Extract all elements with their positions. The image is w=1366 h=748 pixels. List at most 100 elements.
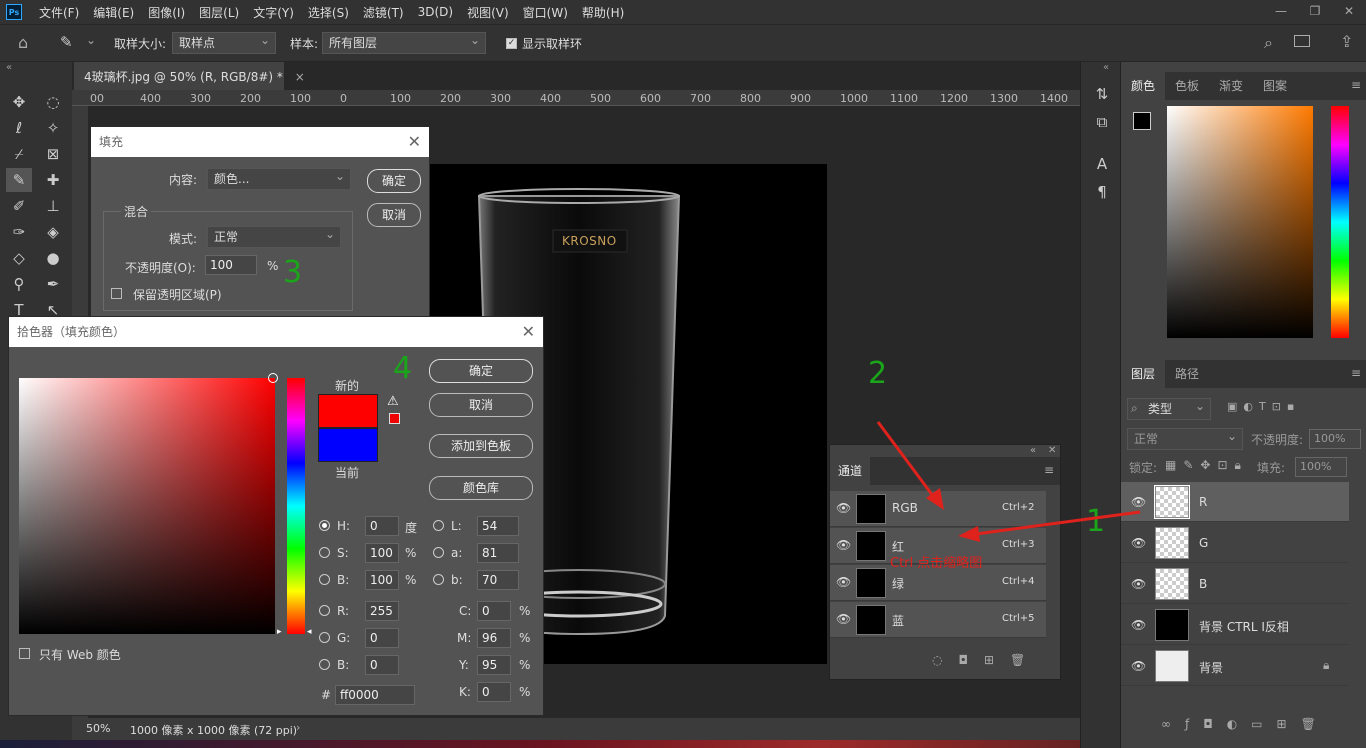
layer-thumbnail[interactable]: [1155, 527, 1189, 559]
layer-row-inverted[interactable]: 👁︎ 背景 CTRL I反相: [1121, 605, 1349, 645]
marquee-tool-icon[interactable]: ◌: [40, 90, 66, 114]
c-input[interactable]: 0: [477, 601, 511, 621]
radio-a[interactable]: [433, 547, 444, 558]
panel-menu-icon[interactable]: ≡: [1351, 78, 1361, 92]
sample-size-select[interactable]: 取样点: [172, 30, 276, 54]
radio-g[interactable]: [319, 632, 330, 643]
minimize-button[interactable]: —: [1264, 0, 1298, 22]
eyedropper-icon[interactable]: ✎: [6, 168, 32, 192]
layer-row-r[interactable]: 👁︎ R: [1121, 482, 1349, 522]
color-field[interactable]: [1167, 106, 1313, 338]
picker-cancel-button[interactable]: 取消: [429, 393, 533, 417]
collapse-icon[interactable]: «: [6, 62, 12, 73]
share-icon[interactable]: ⇪: [1340, 32, 1353, 51]
tab-paths[interactable]: 路径: [1165, 360, 1209, 388]
content-select[interactable]: 颜色...: [207, 166, 351, 190]
visibility-eye-icon[interactable]: 👁︎: [836, 538, 851, 552]
filter-icons[interactable]: ▣◐T⊡▪: [1227, 400, 1300, 413]
home-icon[interactable]: ⌂: [18, 33, 28, 52]
channel-thumbnail[interactable]: [856, 605, 886, 635]
channel-thumbnail[interactable]: [856, 494, 886, 524]
stamp-tool-icon[interactable]: ⊥: [40, 194, 66, 218]
opacity-input[interactable]: 100: [205, 255, 257, 275]
hue-bar[interactable]: [287, 378, 305, 634]
color-libraries-button[interactable]: 颜色库: [429, 476, 533, 500]
tab-gradient[interactable]: 渐变: [1209, 72, 1253, 100]
expand-icon[interactable]: «: [1103, 62, 1109, 73]
saturation-brightness-field[interactable]: [19, 378, 275, 634]
gamut-swatch[interactable]: [389, 413, 400, 424]
workspace-icon[interactable]: [1294, 35, 1310, 47]
tab-channels[interactable]: 通道: [830, 457, 871, 485]
add-to-swatches-button[interactable]: 添加到色板: [429, 434, 533, 458]
dodge-tool-icon[interactable]: ⚲: [6, 272, 32, 296]
radio-h[interactable]: [319, 520, 330, 531]
channels-menu-icon[interactable]: ≡: [1044, 463, 1054, 477]
healing-brush-icon[interactable]: ✚: [40, 168, 66, 192]
quick-select-icon[interactable]: ✧: [40, 116, 66, 140]
menu-window[interactable]: 窗口(W): [516, 4, 575, 21]
history-panel-icon[interactable]: ⇅: [1089, 82, 1115, 106]
paragraph-panel-icon[interactable]: ¶: [1089, 180, 1115, 204]
visibility-eye-icon[interactable]: 👁︎: [836, 501, 851, 515]
chevron-down-icon[interactable]: ⌄: [86, 33, 96, 47]
lasso-tool-icon[interactable]: ℓ: [6, 116, 32, 140]
web-colors-checkbox[interactable]: [19, 648, 30, 659]
close-icon[interactable]: ✕: [408, 134, 421, 150]
close-icon[interactable]: ✕: [1048, 445, 1056, 456]
visibility-eye-icon[interactable]: 👁︎: [1131, 618, 1146, 632]
tab-close-icon[interactable]: ×: [295, 70, 305, 84]
layer-opacity-input[interactable]: 100%: [1309, 429, 1361, 449]
radio-r[interactable]: [319, 605, 330, 616]
visibility-eye-icon[interactable]: 👁︎: [1131, 536, 1146, 550]
visibility-eye-icon[interactable]: 👁︎: [1131, 495, 1146, 509]
paint-bucket-icon[interactable]: ◇: [6, 246, 32, 270]
close-button[interactable]: ✕: [1332, 0, 1366, 22]
menu-image[interactable]: 图像(I): [141, 4, 192, 21]
layer-filter-select[interactable]: 类型: [1127, 396, 1211, 420]
radio-s[interactable]: [319, 547, 330, 558]
lab-b-input[interactable]: 70: [477, 570, 519, 590]
document-tab[interactable]: 4玻璃杯.jpg @ 50% (R, RGB/8#) * ×: [74, 62, 305, 90]
show-ring-checkbox[interactable]: ✓: [506, 38, 517, 49]
eraser-tool-icon[interactable]: ◈: [40, 220, 66, 244]
brush-tool-icon[interactable]: ✐: [6, 194, 32, 218]
s-input[interactable]: 100: [365, 543, 399, 563]
eyedropper-tool-icon[interactable]: ✎: [60, 33, 73, 51]
g-input[interactable]: 0: [365, 628, 399, 648]
channel-row-rgb[interactable]: 👁︎ RGB Ctrl+2: [830, 491, 1046, 527]
menu-edit[interactable]: 编辑(E): [86, 4, 141, 21]
lock-icons[interactable]: ▦✎✥⊡🔒︎: [1165, 458, 1248, 473]
menu-select[interactable]: 选择(S): [301, 4, 356, 21]
current-color-swatch[interactable]: [318, 428, 378, 462]
k-input[interactable]: 0: [477, 682, 511, 702]
pen-tool-icon[interactable]: ✒: [40, 272, 66, 296]
a-input[interactable]: 81: [477, 543, 519, 563]
history-brush-icon[interactable]: ✑: [6, 220, 32, 244]
layers-menu-icon[interactable]: ≡: [1351, 366, 1361, 380]
y-input[interactable]: 95: [477, 655, 511, 675]
visibility-eye-icon[interactable]: 👁︎: [1131, 659, 1146, 673]
color-field-cursor[interactable]: [268, 373, 278, 383]
layer-fill-input[interactable]: 100%: [1295, 457, 1347, 477]
menu-file[interactable]: 文件(F): [32, 4, 86, 21]
foreground-swatch[interactable]: [1133, 112, 1151, 130]
radio-blue[interactable]: [319, 659, 330, 670]
preserve-transparency-checkbox[interactable]: [111, 288, 122, 299]
fill-ok-button[interactable]: 确定: [367, 169, 421, 193]
b-input[interactable]: 100: [365, 570, 399, 590]
hue-left-arrow-icon[interactable]: ▸: [277, 627, 282, 637]
close-icon[interactable]: ✕: [522, 324, 535, 340]
gamut-warning-icon[interactable]: ⚠: [387, 394, 399, 409]
3d-panel-icon[interactable]: ⧉: [1089, 110, 1115, 134]
menu-layer[interactable]: 图层(L): [192, 4, 246, 21]
sample-select[interactable]: 所有图层: [322, 30, 486, 54]
radio-lab-b[interactable]: [433, 574, 444, 585]
picker-ok-button[interactable]: 确定: [429, 359, 533, 383]
tab-layers[interactable]: 图层: [1121, 360, 1166, 388]
menu-3d[interactable]: 3D(D): [411, 5, 460, 19]
crop-tool-icon[interactable]: ⌿: [6, 142, 32, 166]
restore-button[interactable]: ❐: [1298, 0, 1332, 22]
radio-l[interactable]: [433, 520, 444, 531]
layer-footer-icons[interactable]: ∞ƒ◘◐▭⊞🗑︎: [1161, 717, 1330, 731]
